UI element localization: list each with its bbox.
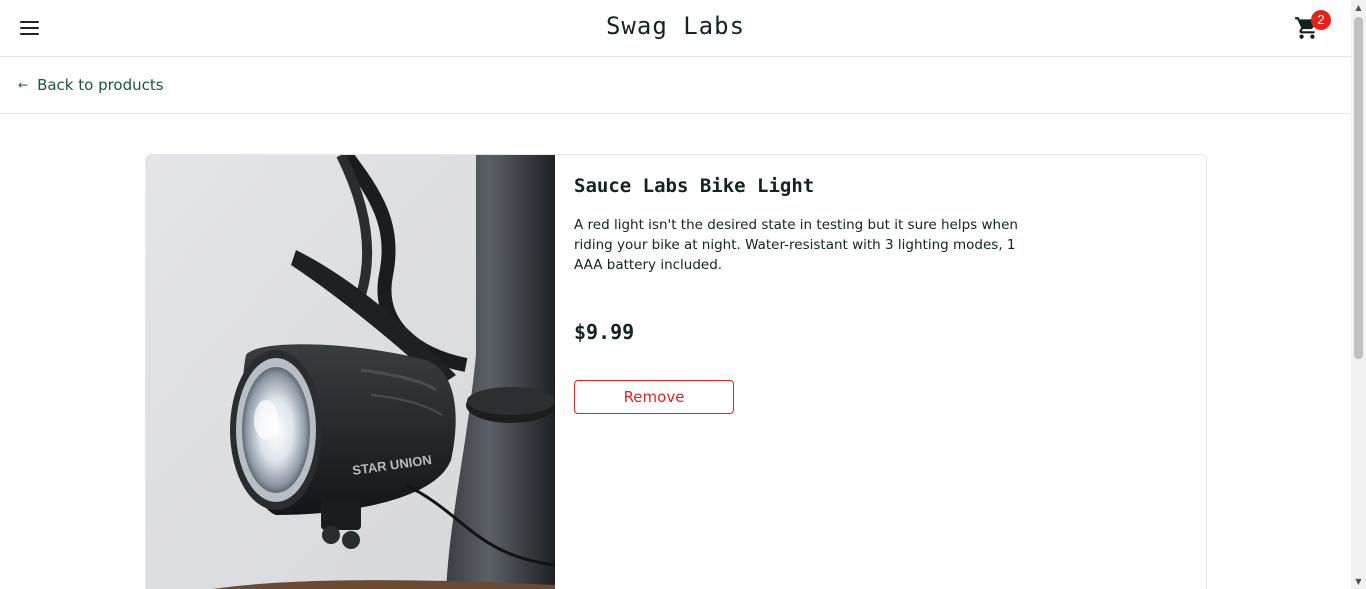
back-to-products-button[interactable]: ← Back to products <box>18 75 164 95</box>
product-price: $9.99 <box>574 320 635 344</box>
bike-light-illustration: STAR UNION <box>146 155 555 589</box>
app-title: Swag Labs <box>605 12 746 40</box>
secondary-header: ← Back to products <box>0 57 1351 114</box>
app-header: Swag Labs 2 <box>0 0 1351 57</box>
product-description: A red light isn't the desired state in t… <box>574 217 1018 273</box>
product-image: STAR UNION <box>146 155 555 589</box>
back-to-products-label: Back to products <box>37 76 164 94</box>
page: Swag Labs 2 ← Back to products STAR UNIO… <box>0 0 1366 589</box>
product-name: Sauce Labs Bike Light <box>574 175 815 197</box>
shopping-cart-button[interactable]: 2 <box>1294 10 1334 43</box>
scroll-down-arrow-icon[interactable]: ▼ <box>1351 574 1366 589</box>
product-details-card: STAR UNION Sauce Labs Bike Light A red l… <box>145 154 1207 589</box>
remove-button[interactable]: Remove <box>574 380 734 414</box>
cart-badge: 2 <box>1311 10 1331 30</box>
scrollbar-thumb[interactable] <box>1354 17 1363 359</box>
vertical-scrollbar[interactable]: ▲ ▼ <box>1351 0 1366 589</box>
arrow-left-icon: ← <box>18 78 29 92</box>
scroll-up-arrow-icon[interactable]: ▲ <box>1351 0 1366 15</box>
